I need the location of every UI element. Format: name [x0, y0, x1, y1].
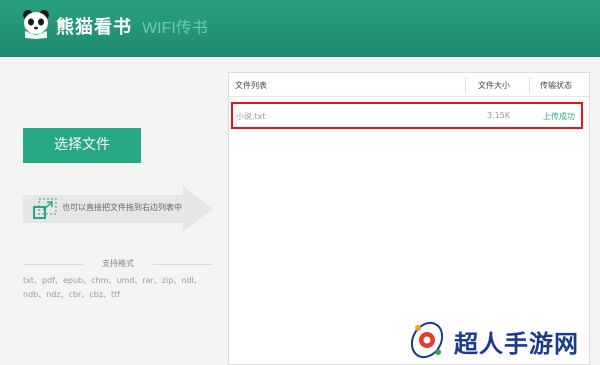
- panda-logo-icon: [23, 10, 49, 39]
- resize-arrow-icon: [33, 198, 57, 219]
- column-header-file-size: 文件大小: [478, 81, 510, 90]
- formats-title: 支持格式: [102, 259, 134, 268]
- drag-drop-hint: 也可以直接把文件拖到右边列表中: [23, 186, 215, 232]
- site-watermark: 超人手游网: [408, 318, 598, 362]
- app-header: 熊猫看书 WIFI传书: [0, 0, 600, 57]
- formats-section-header: 支持格式: [23, 258, 213, 270]
- drag-hint-text: 也可以直接把文件拖到右边列表中: [62, 203, 182, 212]
- watermark-logo-icon: [410, 321, 444, 359]
- table-row[interactable]: 小说.txt 3.15K 上传成功: [231, 102, 583, 129]
- file-name-cell: 小说.txt: [236, 112, 266, 121]
- transfer-status-cell: 上传成功: [543, 112, 575, 121]
- select-file-button[interactable]: 选择文件: [23, 128, 141, 163]
- supported-formats-list: txt、pdf、epub、chm、umd、rar、zip、ndl、ndb、ndz…: [23, 276, 202, 299]
- table-header: 文件列表 文件大小 传输状态: [229, 73, 589, 97]
- column-header-transfer-status: 传输状态: [540, 81, 572, 90]
- watermark-text: 超人手游网: [454, 330, 579, 358]
- app-brand: 熊猫看书: [56, 17, 132, 38]
- file-size-cell: 3.15K: [487, 111, 511, 120]
- column-separator: [529, 76, 530, 94]
- app-subtitle: WIFI传书: [142, 20, 208, 37]
- column-header-file-list: 文件列表: [235, 81, 267, 90]
- column-separator: [465, 76, 466, 94]
